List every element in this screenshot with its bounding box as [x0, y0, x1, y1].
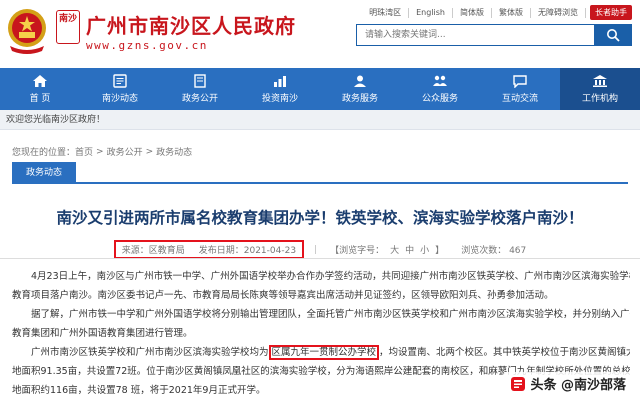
paragraph-text: 广州市南沙区铁英学校和广州市南沙区滨海实验学校均为 — [31, 347, 269, 358]
view-count-label: 浏览次数： — [461, 246, 507, 256]
chat-icon — [513, 75, 527, 88]
nav-work-agencies[interactable]: 工作机构 — [560, 68, 640, 110]
meta-divider-line — [0, 258, 640, 259]
nav-interaction[interactable]: 互动交流 — [480, 68, 560, 110]
font-size-medium[interactable]: 中 — [405, 246, 414, 256]
search-bar — [356, 24, 632, 46]
nav-label: 南沙动态 — [101, 94, 138, 104]
paragraph-text: ，均设置南、北两个校区。其中铁英学校位于南沙区黄阁镇大井村，总用 — [379, 347, 630, 358]
search-input[interactable] — [356, 24, 594, 46]
service-icon — [354, 75, 366, 87]
building-icon — [593, 75, 607, 87]
nav-gov-service[interactable]: 政务服务 — [320, 68, 400, 110]
site-url: www.gzns.gov.cn — [86, 39, 208, 52]
breadcrumb: 您现在的位置： 首页 > 政务公开 > 政务动态 — [12, 145, 192, 159]
breadcrumb-open-gov[interactable]: 政务公开 — [107, 145, 143, 158]
open-gov-icon — [194, 74, 206, 88]
nav-label: 政务服务 — [341, 94, 378, 104]
elder-assistant-button[interactable]: 长者助手 — [590, 5, 632, 20]
font-size-control: 【浏览字号： 大中小】 — [327, 243, 447, 256]
nav-public-service[interactable]: 公众服务 — [400, 68, 480, 110]
view-count-value: 467 — [509, 246, 527, 256]
nav-home[interactable]: 首 页 — [0, 68, 80, 110]
breadcrumb-separator: > — [96, 146, 104, 157]
watermark-text: 头条 @南沙部落 — [530, 378, 626, 393]
article-title: 南沙又引进两所市属名校教育集团办学！铁英学校、滨海实验学校落户南沙！ — [56, 209, 584, 227]
section-header: 政务动态 — [12, 162, 628, 184]
top-links: 明珠湾区 English 简体版 繁体版 无障碍浏览 长者助手 — [362, 5, 632, 20]
nav-nansha-news[interactable]: 南沙动态 — [80, 68, 160, 110]
nav-label: 政务公开 — [181, 94, 218, 104]
toplink-english[interactable]: English — [409, 7, 453, 18]
source-date-box: 来源：区教育局 发布日期：2021-04-23 — [113, 240, 305, 259]
news-icon — [113, 74, 127, 88]
source-watermark: 头条 @南沙部落 — [504, 372, 632, 395]
toplink-traditional[interactable]: 繁体版 — [492, 7, 531, 18]
public-service-icon — [433, 75, 447, 86]
welcome-bar: 欢迎您光临南沙区政府！ — [0, 110, 640, 130]
nav-label: 公众服务 — [421, 94, 458, 104]
nav-invest[interactable]: 投资南沙 — [240, 68, 320, 110]
article-paragraph: 据了解，广州市铁一中学和广州外国语学校将分别输出管理团队，全面托管广州市南沙区铁… — [31, 309, 630, 320]
font-size-close: 】 — [435, 246, 445, 256]
article-meta: 来源：区教育局 发布日期：2021-04-23 | 【浏览字号： 大中小】 浏览次… — [0, 240, 640, 259]
breadcrumb-news[interactable]: 政务动态 — [156, 145, 192, 158]
nav-label: 首 页 — [29, 94, 51, 104]
toplink-simplified[interactable]: 简体版 — [453, 7, 492, 18]
meta-divider: | — [314, 244, 318, 255]
search-icon — [607, 29, 620, 42]
nav-label: 工作机构 — [581, 94, 618, 104]
toplink-accessibility[interactable]: 无障碍浏览 — [531, 7, 586, 18]
site-header: 南沙 广州市南沙区人民政府 www.gzns.gov.cn 明珠湾区 Engli… — [0, 0, 640, 68]
font-size-small[interactable]: 小 — [420, 246, 429, 256]
font-size-large[interactable]: 大 — [390, 246, 399, 256]
breadcrumb-prefix: 您现在的位置： — [12, 148, 76, 158]
breadcrumb-separator: > — [145, 146, 154, 157]
national-emblem-icon — [8, 9, 46, 54]
article-paragraph: 教育集团和广州外国语教育集团进行管理。 — [12, 328, 193, 339]
site-title[interactable]: 广州市南沙区人民政府 — [86, 10, 296, 39]
article-source: 来源：区教育局 — [121, 246, 185, 256]
section-tab[interactable]: 政务动态 — [12, 162, 76, 184]
article-paragraph: 广州市南沙区铁英学校和广州市南沙区滨海实验学校均为 区属九年一贯制公办学校 ，均设置… — [12, 343, 630, 362]
home-icon — [33, 75, 47, 87]
main-nav: 首 页 南沙动态 政务公开 投资南沙 政务服务 公众服务 互动交流 工作机构 — [0, 68, 640, 110]
toutiao-logo-icon — [511, 376, 526, 391]
article-date: 发布日期：2021-04-23 — [198, 246, 297, 256]
toplink-mingzhu[interactable]: 明珠湾区 — [362, 7, 410, 18]
article-paragraph: 4月23日上午，南沙区与广州市铁一中学、广州外国语学校举办合作办学签约活动，共同… — [31, 271, 630, 282]
highlighted-phrase: 区属九年一贯制公办学校 — [268, 345, 380, 360]
search-button[interactable] — [594, 24, 632, 46]
breadcrumb-home[interactable]: 首页 — [75, 145, 93, 158]
view-count: 浏览次数： 467 — [461, 243, 526, 256]
invest-icon — [274, 76, 286, 87]
nav-label: 互动交流 — [501, 94, 538, 104]
district-seal-logo: 南沙 — [56, 10, 80, 44]
nav-label: 投资南沙 — [261, 94, 298, 104]
font-size-label: 【浏览字号： — [330, 246, 385, 256]
article-paragraph: 教育项目落户南沙。南沙区委书记卢一先、市教育局局长陈爽等领导嘉宾出席活动并见证签… — [12, 290, 554, 301]
nav-open-gov[interactable]: 政务公开 — [160, 68, 240, 110]
